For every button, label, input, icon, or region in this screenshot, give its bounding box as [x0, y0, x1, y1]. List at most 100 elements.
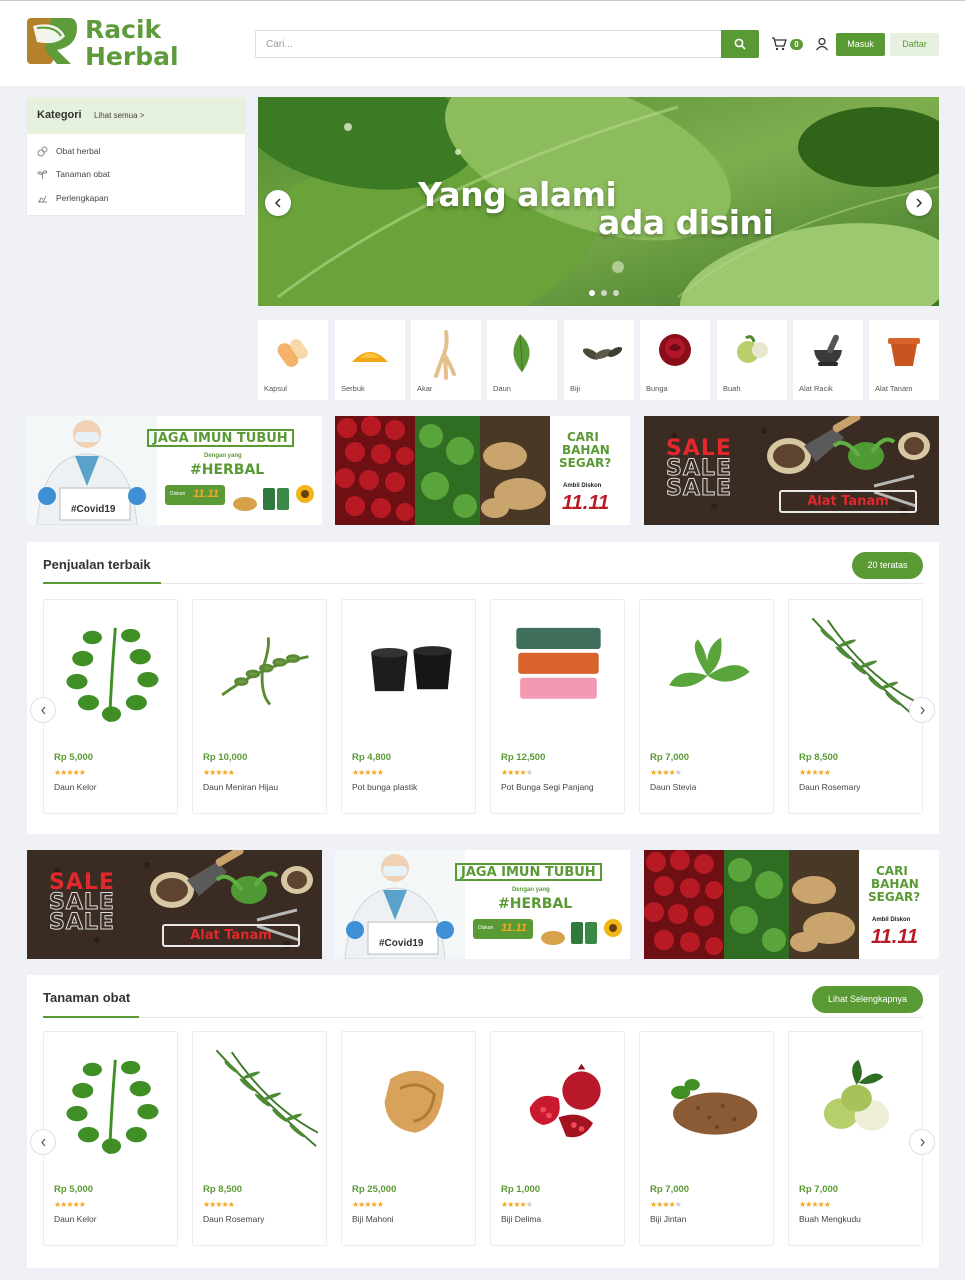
promo-imun-discount-pill: Diskon 11.11: [473, 919, 533, 939]
tools-icon: [38, 195, 47, 202]
logo[interactable]: Racik Herbal: [27, 16, 187, 70]
hero-dot-1[interactable]: [589, 290, 595, 296]
category-item-label: Obat herbal: [56, 146, 101, 156]
product-price: Rp 10,000: [203, 752, 248, 763]
product-name: Daun Rosemary: [203, 1214, 265, 1224]
tile-label: Akar: [417, 384, 433, 393]
best-sellers-prev-button[interactable]: [30, 697, 56, 723]
rating-stars: ★★★★★: [799, 768, 831, 777]
best-sellers-next-button[interactable]: [909, 697, 935, 723]
product-price: Rp 5,000: [54, 752, 94, 763]
chevron-right-icon: [920, 706, 925, 714]
planter-box-icon: [516, 627, 601, 699]
product-name: Pot bunga plastik: [352, 782, 418, 792]
login-button[interactable]: Masuk: [836, 33, 885, 56]
tile-daun[interactable]: Daun: [487, 320, 557, 400]
hero-banner[interactable]: Yang alami ada disini: [258, 97, 939, 306]
product-card[interactable]: Rp 1,000 ★★★★★ Biji Delima: [490, 1031, 625, 1246]
chevron-left-icon: [40, 706, 45, 714]
product-card[interactable]: Rp 7,000 ★★★★★ Biji Jintan: [639, 1031, 774, 1246]
covid-card-text: #Covid19: [71, 504, 116, 515]
tile-buah[interactable]: Buah: [717, 320, 787, 400]
product-card[interactable]: Rp 8,500 ★★★★★ Daun Rosemary: [788, 599, 923, 814]
tile-alat-racik[interactable]: Alat Racik: [793, 320, 863, 400]
product-name: Daun Kelor: [54, 782, 97, 792]
tile-label: Serbuk: [341, 384, 365, 393]
pot-icon: [888, 338, 920, 366]
tile-label: Alat Tanam: [875, 384, 913, 393]
promo-banner-imun-2[interactable]: #Covid19 JAGA IMUN TUBUH Dengan yang #HE…: [335, 850, 630, 959]
sale-word-3: SALE: [49, 910, 115, 935]
meniran-leaf-icon: [221, 637, 309, 706]
product-card[interactable]: Rp 5,000 ★★★★★ Daun Kelor: [43, 599, 178, 814]
top-20-button[interactable]: 20 teratas: [852, 552, 923, 579]
star-icon: ★: [525, 768, 533, 777]
plant-icon: [37, 169, 48, 179]
product-card[interactable]: Rp 7,000 ★★★★★ Daun Stevia: [639, 599, 774, 814]
search-input[interactable]: [256, 31, 722, 57]
promo-banner-bahan-segar[interactable]: CARI BAHAN SEGAR? Ambil Diskon 11.11: [335, 416, 630, 525]
fruit-icon: [737, 335, 768, 363]
product-card[interactable]: Rp 5,000 ★★★★★ Daun Kelor: [43, 1031, 178, 1246]
hero-headline-line-2: ada disini: [598, 203, 774, 242]
category-item-perlengkapan[interactable]: Perlengkapan: [37, 191, 108, 205]
register-button[interactable]: Daftar: [890, 33, 939, 56]
tile-kapsul[interactable]: Kapsul: [258, 320, 328, 400]
promo-imun-discount-pill: Diskon 11.11: [165, 485, 225, 505]
rating-stars: ★★★★★: [54, 768, 86, 777]
product-card[interactable]: Rp 12,500 ★★★★★ Pot Bunga Segi Panjang: [490, 599, 625, 814]
herbal-products-icon: [233, 485, 314, 511]
rating-stars: ★★★★★: [501, 1200, 533, 1209]
user-icon[interactable]: [815, 37, 829, 51]
seed-icon: [582, 346, 623, 360]
star-icon: ★: [78, 768, 86, 777]
rating-stars: ★★★★★: [203, 768, 235, 777]
product-name: Daun Stevia: [650, 782, 697, 792]
section-divider: [43, 1017, 923, 1018]
tile-biji[interactable]: Biji: [564, 320, 634, 400]
cart-button[interactable]: 0: [771, 37, 805, 53]
tile-alat-tanam[interactable]: Alat Tanam: [869, 320, 939, 400]
pomegranate-icon: [529, 1063, 601, 1138]
promo-banner-sale-2[interactable]: SALE SALE SALE Alat Tanam: [27, 850, 322, 959]
promo-bahan-line-2: BAHAN: [871, 877, 919, 891]
medicinal-plants-prev-button[interactable]: [30, 1129, 56, 1155]
promo-banner-bahan-segar-2[interactable]: CARI BAHAN SEGAR? Ambil Diskon 11.11: [644, 850, 939, 959]
product-card[interactable]: Rp 7,000 ★★★★★ Buah Mengkudu: [788, 1031, 923, 1246]
hero-dot-2[interactable]: [601, 290, 607, 296]
product-price: Rp 5,000: [54, 1184, 94, 1195]
category-item-obat-herbal[interactable]: Obat herbal: [37, 144, 100, 158]
star-icon: ★: [78, 1200, 86, 1209]
see-all-categories-link[interactable]: Lihat semua >: [94, 111, 144, 120]
hero-next-button[interactable]: [906, 190, 932, 216]
root-icon: [434, 330, 456, 380]
promo-imun-title: JAGA IMUN TUBUH: [455, 863, 602, 881]
chevron-right-icon: [916, 198, 923, 208]
see-more-button[interactable]: Lihat Selengkapnya: [812, 986, 923, 1013]
best-sellers-title: Penjualan terbaik: [43, 557, 151, 572]
category-header: Kategori Lihat semua >: [27, 97, 245, 134]
product-card[interactable]: Rp 4,800 ★★★★★ Pot bunga plastik: [341, 599, 476, 814]
search-button[interactable]: [721, 30, 759, 58]
promo-banner-sale[interactable]: SALE SALE SALE Alat Tanam: [644, 416, 939, 525]
category-item-tanaman-obat[interactable]: Tanaman obat: [37, 167, 110, 181]
promo-banner-imun[interactable]: #Covid19 JAGA IMUN TUBUH Dengan yang #HE…: [27, 416, 322, 525]
star-icon: ★: [525, 1200, 533, 1209]
tile-bunga[interactable]: Bunga: [640, 320, 710, 400]
tile-serbuk[interactable]: Serbuk: [335, 320, 405, 400]
sale-cta-button[interactable]: Alat Tanam: [162, 924, 300, 947]
search-bar: [255, 30, 759, 58]
chevron-right-icon: [920, 1138, 925, 1146]
tile-akar[interactable]: Akar: [411, 320, 481, 400]
star-icon: ★: [227, 1200, 235, 1209]
promo-bahan-line-3: SEGAR?: [559, 456, 612, 470]
product-card[interactable]: Rp 8,500 ★★★★★ Daun Rosemary: [192, 1031, 327, 1246]
hero-prev-button[interactable]: [265, 190, 291, 216]
medicinal-plants-next-button[interactable]: [909, 1129, 935, 1155]
hero-dot-3[interactable]: [613, 290, 619, 296]
product-card[interactable]: Rp 10,000 ★★★★★ Daun Meniran Hijau: [192, 599, 327, 814]
product-card[interactable]: Rp 25,000 ★★★★★ Biji Mahoni: [341, 1031, 476, 1246]
sale-cta-button[interactable]: Alat Tanam: [779, 490, 917, 513]
moringa-leaf-icon: [66, 627, 159, 722]
product-name: Biji Delima: [501, 1214, 542, 1224]
